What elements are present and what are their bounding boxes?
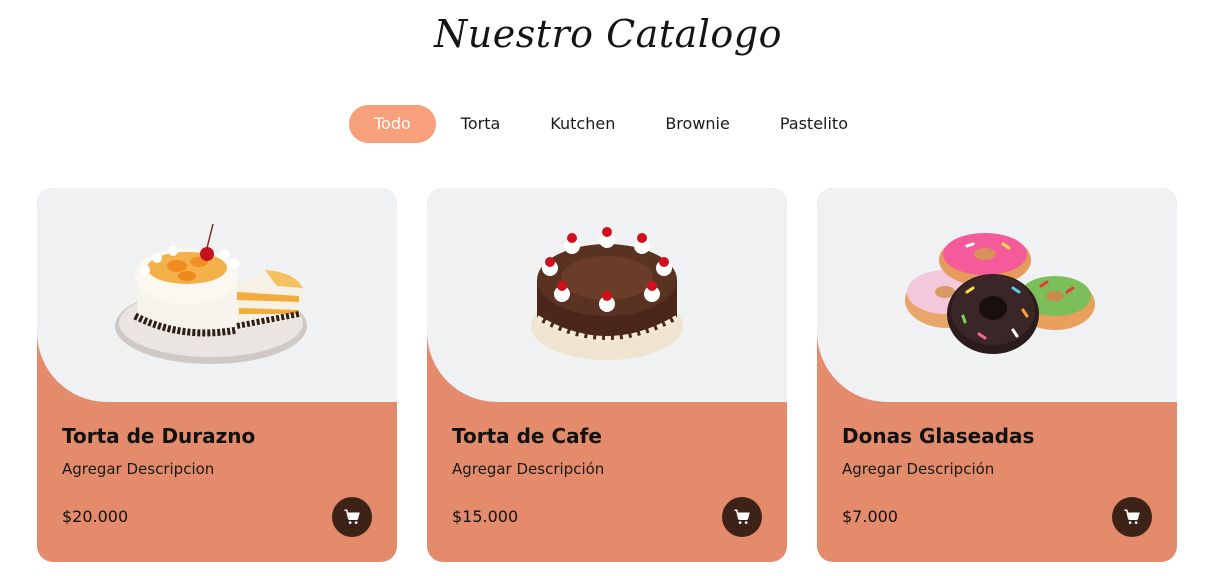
product-image-area bbox=[37, 188, 397, 402]
product-image-area bbox=[817, 188, 1177, 402]
category-filter-bar: Todo Torta Kutchen Brownie Pastelito bbox=[349, 105, 873, 143]
product-card: Torta de Cafe Agregar Descripción $15.00… bbox=[427, 188, 787, 562]
add-to-cart-button[interactable] bbox=[1112, 497, 1152, 537]
filter-tab-pastelito[interactable]: Pastelito bbox=[755, 105, 873, 143]
product-description: Agregar Descripción bbox=[842, 460, 995, 478]
filter-tab-todo[interactable]: Todo bbox=[349, 105, 436, 143]
product-price: $20.000 bbox=[62, 507, 129, 526]
product-description: Agregar Descripción bbox=[452, 460, 605, 478]
cart-icon bbox=[344, 509, 360, 524]
coffee-cake-image bbox=[531, 227, 683, 360]
product-description: Agregar Descripcion bbox=[62, 460, 215, 478]
product-card: Torta de Durazno Agregar Descripcion $20… bbox=[37, 188, 397, 562]
add-to-cart-button[interactable] bbox=[332, 497, 372, 537]
filter-tab-kutchen[interactable]: Kutchen bbox=[525, 105, 640, 143]
product-title: Torta de Cafe bbox=[452, 424, 602, 448]
product-title: Torta de Durazno bbox=[62, 424, 256, 448]
peach-cake-image bbox=[115, 223, 307, 364]
product-price: $15.000 bbox=[452, 507, 519, 526]
product-image-area bbox=[427, 188, 787, 402]
cart-icon bbox=[734, 509, 750, 524]
product-card: Donas Glaseadas Agregar Descripción $7.0… bbox=[817, 188, 1177, 562]
glazed-donuts-image bbox=[905, 233, 1095, 354]
filter-tab-torta[interactable]: Torta bbox=[436, 105, 526, 143]
filter-tab-brownie[interactable]: Brownie bbox=[640, 105, 755, 143]
product-title: Donas Glaseadas bbox=[842, 424, 1035, 448]
page-title: Nuestro Catalogo bbox=[434, 12, 782, 56]
add-to-cart-button[interactable] bbox=[722, 497, 762, 537]
cart-icon bbox=[1124, 509, 1140, 524]
product-price: $7.000 bbox=[842, 507, 898, 526]
